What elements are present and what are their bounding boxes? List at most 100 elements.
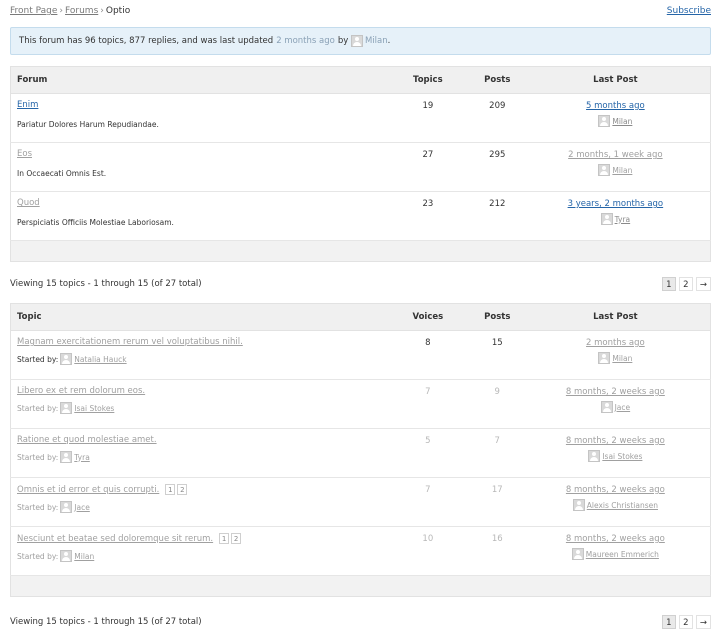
started-by-label: Started by: (17, 502, 59, 512)
topic-author[interactable]: Jace (74, 503, 90, 512)
topics-header-row: Topic Voices Posts Last Post (10, 303, 711, 331)
started-by-label: Started by: (17, 452, 59, 462)
last-post-author-name[interactable]: Milan (612, 166, 632, 175)
topic-link[interactable]: Magnam exercitationem rerum vel voluptat… (17, 337, 243, 347)
last-post-author-name[interactable]: Alexis Christiansen (587, 501, 658, 510)
last-post-author[interactable]: Milan (598, 164, 632, 176)
last-post-author[interactable]: Alexis Christiansen (572, 499, 658, 511)
top-bar: Front Page › Forums › Optio Subscribe (10, 6, 711, 20)
topic-author[interactable]: Natalia Hauck (74, 355, 126, 364)
topic-link[interactable]: Libero ex et rem dolorum eos. (17, 386, 145, 396)
last-post-link[interactable]: 8 months, 2 weeks ago (566, 436, 665, 446)
last-post-author-name[interactable]: Isai Stokes (602, 452, 642, 461)
avatar-icon (572, 499, 585, 511)
forum-posts-count: 212 (473, 191, 521, 241)
last-post-author-name[interactable]: Maureen Emmerich (586, 550, 659, 559)
breadcrumb-separator: › (100, 6, 104, 16)
forum-link[interactable]: Enim (17, 100, 38, 110)
header-posts: Posts (473, 66, 521, 94)
started-by-label: Started by: (17, 354, 59, 364)
topic-author[interactable]: Milan (74, 552, 94, 561)
last-post-link[interactable]: 8 months, 2 weeks ago (566, 387, 665, 397)
subscribe-link[interactable]: Subscribe (667, 6, 711, 16)
breadcrumb-separator: › (59, 6, 64, 16)
notice-suffix: . (387, 36, 391, 46)
avatar-icon (598, 115, 611, 127)
topic-page-link[interactable]: 1 (165, 484, 176, 495)
last-post-author[interactable]: Maureen Emmerich (571, 548, 659, 560)
last-post-author[interactable]: Isai Stokes (588, 450, 642, 462)
avatar-icon (60, 550, 73, 562)
forums-table: Forum Topics Posts Last Post Enim Pariatu… (10, 66, 711, 262)
last-post-author[interactable]: Milan (598, 352, 632, 364)
forum-info-notice: This forum has 96 topics, 877 replies, a… (10, 27, 711, 55)
topic-page-link[interactable]: 1 (219, 533, 230, 544)
topic-link[interactable]: Omnis et id error et quis corrupti. (17, 485, 159, 495)
forum-description: In Occaecati Omnis Est. (17, 169, 107, 178)
notice-author[interactable]: Milan (350, 35, 388, 47)
page-2-link[interactable]: 2 (678, 615, 693, 629)
last-post-author[interactable]: Milan (598, 115, 632, 127)
last-post-link[interactable]: 8 months, 2 weeks ago (566, 485, 665, 495)
topic-page-link[interactable]: 2 (231, 533, 242, 544)
avatar-icon (598, 352, 611, 364)
forum-description: Perspiciatis Officiis Molestiae Laborios… (17, 218, 174, 227)
next-page-arrow-icon[interactable]: → (695, 615, 711, 629)
last-post-author-name[interactable]: Milan (612, 117, 632, 126)
last-post-author-name[interactable]: Milan (612, 354, 632, 363)
topics-table: Topic Voices Posts Last Post Magnam exer… (10, 303, 711, 597)
topic-started-by: Started by: Jace (17, 501, 376, 513)
topic-voices-count: 5 (381, 428, 474, 478)
last-post-link[interactable]: 3 years, 2 months ago (568, 199, 664, 209)
topic-pages: 12 (163, 484, 188, 495)
forum-posts-count: 209 (473, 93, 521, 143)
topic-started-by: Started by: Tyra (17, 451, 376, 463)
forums-table-footer (10, 240, 711, 262)
page-2-link[interactable]: 2 (678, 277, 693, 291)
topic-author[interactable]: Tyra (74, 453, 90, 462)
last-post-author-name[interactable]: Jace (615, 403, 631, 412)
forum-link[interactable]: Quod (17, 198, 40, 208)
forum-link[interactable]: Eos (17, 149, 32, 159)
topic-started-by: Started by: Isai Stokes (17, 402, 376, 414)
last-post-link[interactable]: 2 months, 1 week ago (568, 150, 662, 160)
breadcrumb-front-page[interactable]: Front Page (10, 6, 57, 16)
last-post-author-name[interactable]: Tyra (615, 215, 631, 224)
topic-voices-count: 7 (381, 477, 474, 527)
last-post-author[interactable]: Tyra (600, 213, 631, 225)
topic-posts-count: 16 (473, 526, 521, 576)
viewing-count-top: Viewing 15 topics - 1 through 15 (of 27 … (10, 279, 202, 289)
avatar-icon (588, 450, 601, 462)
forum-topics-count: 23 (381, 191, 474, 241)
avatar-icon (60, 353, 73, 365)
next-page-arrow-icon[interactable]: → (695, 277, 711, 291)
viewing-count-bottom: Viewing 15 topics - 1 through 15 (of 27 … (10, 617, 202, 627)
topic-voices-count: 7 (381, 379, 474, 429)
topic-page-link[interactable]: 2 (177, 484, 188, 495)
last-post-link[interactable]: 2 months ago (586, 338, 645, 348)
breadcrumb-forums[interactable]: Forums (65, 6, 98, 16)
page-1-current: 1 (661, 615, 676, 629)
pagination-top: 1 2 → (659, 277, 711, 291)
header-topics: Topics (381, 66, 474, 94)
topic-started-by: Started by: Natalia Hauck (17, 353, 376, 365)
notice-author-name: Milan (364, 36, 388, 46)
avatar-icon (600, 213, 613, 225)
forum-row: Enim Pariatur Dolores Harum Repudiandae. … (10, 93, 711, 143)
last-post-link[interactable]: 5 months ago (586, 101, 645, 111)
topics-table-footer (10, 575, 711, 597)
last-post-link[interactable]: 8 months, 2 weeks ago (566, 534, 665, 544)
avatar-icon (571, 548, 584, 560)
avatar-icon (60, 402, 73, 414)
topic-posts-count: 17 (473, 477, 521, 527)
topic-row: Omnis et id error et quis corrupti. 1 2 St… (10, 477, 711, 527)
topic-link[interactable]: Nesciunt et beatae sed doloremque sit re… (17, 534, 213, 544)
topic-posts-count: 7 (473, 428, 521, 478)
notice-last-updated[interactable]: 2 months ago (273, 36, 338, 46)
topic-voices-count: 8 (381, 330, 474, 380)
topic-link[interactable]: Ratione et quod molestiae amet. (17, 435, 157, 445)
last-post-author[interactable]: Jace (600, 401, 631, 413)
topic-posts-count: 9 (473, 379, 521, 429)
header-last-post: Last Post (520, 303, 711, 331)
topic-author[interactable]: Isai Stokes (74, 404, 114, 413)
